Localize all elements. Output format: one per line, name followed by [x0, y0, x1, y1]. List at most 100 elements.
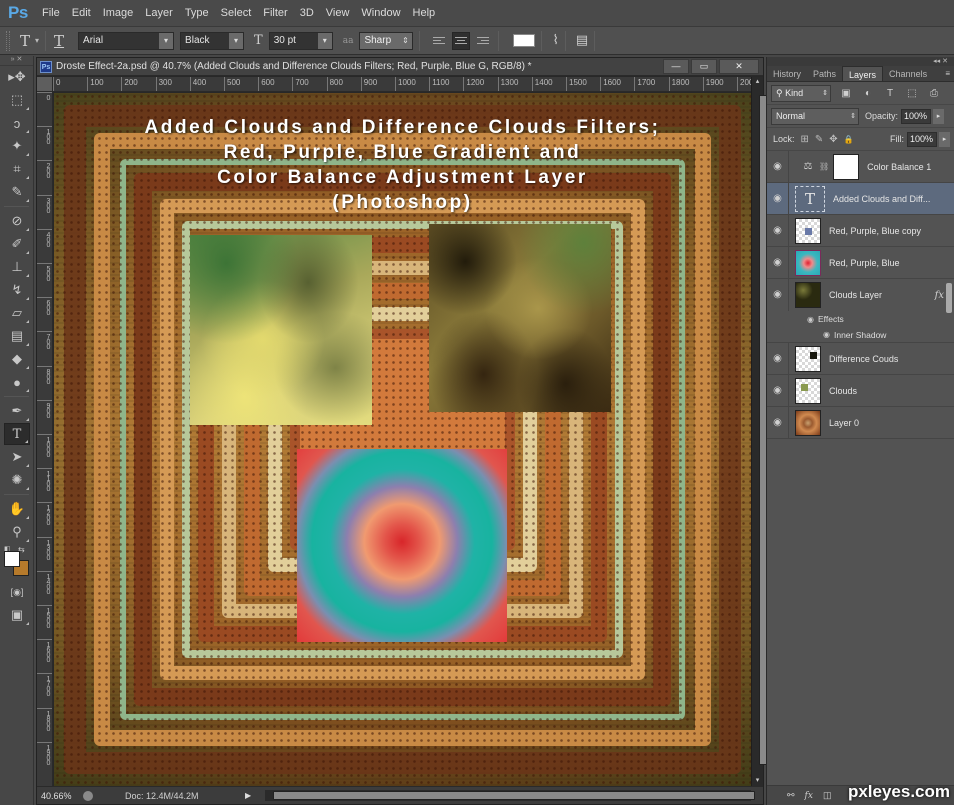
- lock-all-icon[interactable]: 🔒: [844, 135, 854, 144]
- foreground-color[interactable]: [4, 551, 20, 567]
- tool-move[interactable]: ▸✥: [4, 66, 30, 88]
- menu-help[interactable]: Help: [407, 0, 442, 27]
- character-panel-icon[interactable]: ▤: [576, 33, 588, 48]
- screen-mode-button[interactable]: ▣: [4, 604, 30, 626]
- filter-kind-select[interactable]: ⚲ Kind ⇕: [771, 84, 831, 102]
- font-size-select[interactable]: 30 pt ▾: [268, 31, 333, 50]
- filter-pixel-icon[interactable]: ▣: [839, 88, 853, 99]
- horizontal-scrollbar[interactable]: [265, 790, 755, 801]
- visibility-eye-icon[interactable]: ◉: [767, 182, 789, 215]
- lock-transparency-icon[interactable]: ⊞: [801, 134, 809, 145]
- vertical-ruler[interactable]: 0 100 200 300 400 500 600 700 800 900 1000 1100 1200…: [37, 92, 53, 786]
- layer-row[interactable]: ◉ Red, Purple, Blue: [767, 246, 954, 279]
- visibility-eye-icon[interactable]: ◉: [767, 150, 789, 183]
- layer-row[interactable]: ◉ Layer 0: [767, 406, 954, 439]
- visibility-eye-icon[interactable]: ◉: [807, 315, 814, 324]
- blend-mode-select[interactable]: Normal ⇕: [771, 107, 859, 125]
- visibility-eye-icon[interactable]: ◉: [767, 214, 789, 247]
- mask-link-icon[interactable]: ⛓: [819, 162, 829, 171]
- tool-lasso[interactable]: ↄ: [4, 112, 30, 134]
- visibility-eye-icon[interactable]: ◉: [823, 330, 830, 339]
- ruler-origin[interactable]: [37, 77, 53, 92]
- type-tool-preset-icon[interactable]: T: [20, 32, 30, 50]
- tool-magic-wand[interactable]: ✦: [4, 135, 30, 157]
- tool-type[interactable]: T: [4, 423, 30, 445]
- opacity-input[interactable]: 100%: [901, 108, 932, 124]
- filter-smart-object-icon[interactable]: ⎙: [927, 88, 941, 99]
- layers-scroll-thumb[interactable]: [946, 283, 952, 313]
- menu-type[interactable]: Type: [179, 0, 215, 27]
- menu-layer[interactable]: Layer: [139, 0, 179, 27]
- visibility-eye-icon[interactable]: ◉: [767, 246, 789, 279]
- zoom-level[interactable]: 40.66%: [41, 791, 79, 801]
- status-menu-arrow-icon[interactable]: ▶: [245, 791, 251, 800]
- filter-type-icon[interactable]: T: [883, 88, 897, 99]
- quick-mask-button[interactable]: [◉]: [4, 581, 30, 603]
- document-tab[interactable]: Ps Droste Effect-2a.psd @ 40.7% (Added C…: [37, 58, 763, 76]
- tool-zoom[interactable]: ⚲: [4, 521, 30, 543]
- tool-brush[interactable]: ✐: [4, 233, 30, 255]
- visibility-eye-icon[interactable]: ◉: [767, 406, 789, 439]
- horizontal-ruler[interactable]: 0 100 200 300 400 500 600 700 800 900 1000 1100 1200…: [53, 77, 753, 92]
- tool-shape[interactable]: ✺: [4, 469, 30, 491]
- add-mask-icon[interactable]: ◫: [823, 790, 832, 801]
- layer-row[interactable]: ◉ Difference Couds: [767, 342, 954, 375]
- tool-stamp[interactable]: ⊥: [4, 256, 30, 278]
- menu-filter[interactable]: Filter: [257, 0, 293, 27]
- font-family-select[interactable]: Arial ▾: [78, 31, 175, 50]
- font-style-select[interactable]: Black ▾: [180, 31, 245, 50]
- effects-row[interactable]: ◉ Effects: [767, 311, 954, 327]
- link-layers-icon[interactable]: ⚯: [787, 790, 795, 801]
- tool-blur[interactable]: ◆: [4, 348, 30, 370]
- layer-row[interactable]: ◉ Clouds Layer fx: [767, 279, 954, 311]
- align-center-button[interactable]: [452, 31, 471, 50]
- text-orientation-icon[interactable]: T: [54, 32, 64, 50]
- layer-row[interactable]: ◉ Clouds: [767, 374, 954, 407]
- status-info-icon[interactable]: [83, 790, 93, 801]
- anti-alias-select[interactable]: Sharp ⇕: [359, 31, 414, 50]
- panel-collapse-bar[interactable]: ◂◂ ✕: [767, 57, 954, 66]
- canvas-caption[interactable]: Added Clouds and Difference Clouds Filte…: [54, 115, 751, 215]
- visibility-eye-icon[interactable]: ◉: [767, 342, 789, 375]
- fill-slider-button[interactable]: ▸: [939, 131, 950, 147]
- tool-dodge[interactable]: ●: [4, 371, 30, 393]
- options-grip[interactable]: [6, 30, 10, 51]
- canvas[interactable]: Added Clouds and Difference Clouds Filte…: [54, 93, 751, 786]
- tool-healing[interactable]: ⊘: [4, 210, 30, 232]
- horizontal-scroll-thumb[interactable]: [273, 791, 755, 800]
- layer-mask-thumbnail[interactable]: [833, 153, 860, 180]
- tool-preset-dropdown-icon[interactable]: ▾: [35, 36, 39, 45]
- tab-history[interactable]: History: [767, 66, 807, 81]
- tool-gradient[interactable]: ▤: [4, 325, 30, 347]
- lock-pixels-icon[interactable]: ✎: [815, 134, 823, 145]
- lock-position-icon[interactable]: ✥: [829, 134, 837, 145]
- fill-input[interactable]: 100%: [907, 131, 937, 147]
- menu-window[interactable]: Window: [355, 0, 406, 27]
- tool-history-brush[interactable]: ↯: [4, 279, 30, 301]
- minimize-button[interactable]: —: [663, 59, 689, 74]
- layer-effects-icon[interactable]: fx: [935, 290, 944, 301]
- text-color-swatch[interactable]: [513, 34, 536, 47]
- effect-row[interactable]: ◉ Inner Shadow: [767, 327, 954, 343]
- vertical-scrollbar[interactable]: ▴ ▾: [751, 77, 768, 786]
- align-left-button[interactable]: [430, 32, 448, 50]
- close-button[interactable]: ✕: [719, 59, 759, 74]
- tool-eyedropper[interactable]: ✎: [4, 181, 30, 203]
- menu-select[interactable]: Select: [215, 0, 258, 27]
- visibility-eye-icon[interactable]: ◉: [767, 374, 789, 407]
- filter-shape-icon[interactable]: ⬚: [905, 88, 919, 99]
- menu-file[interactable]: File: [36, 0, 66, 27]
- tools-panel-header[interactable]: » ✕: [0, 56, 33, 66]
- panel-menu-icon[interactable]: ≡: [945, 67, 954, 81]
- tool-path-selection[interactable]: ➤: [4, 446, 30, 468]
- menu-view[interactable]: View: [320, 0, 356, 27]
- align-right-button[interactable]: [474, 32, 492, 50]
- scroll-up-icon[interactable]: ▴: [752, 77, 763, 87]
- tool-crop[interactable]: ⌗: [4, 158, 30, 180]
- tab-layers[interactable]: Layers: [842, 66, 884, 81]
- tool-pen[interactable]: ✒: [4, 400, 30, 422]
- menu-image[interactable]: Image: [97, 0, 140, 27]
- tab-channels[interactable]: Channels: [883, 66, 933, 81]
- scroll-down-icon[interactable]: ▾: [752, 776, 763, 786]
- layer-row-selected[interactable]: ◉ T Added Clouds and Diff...: [767, 182, 954, 215]
